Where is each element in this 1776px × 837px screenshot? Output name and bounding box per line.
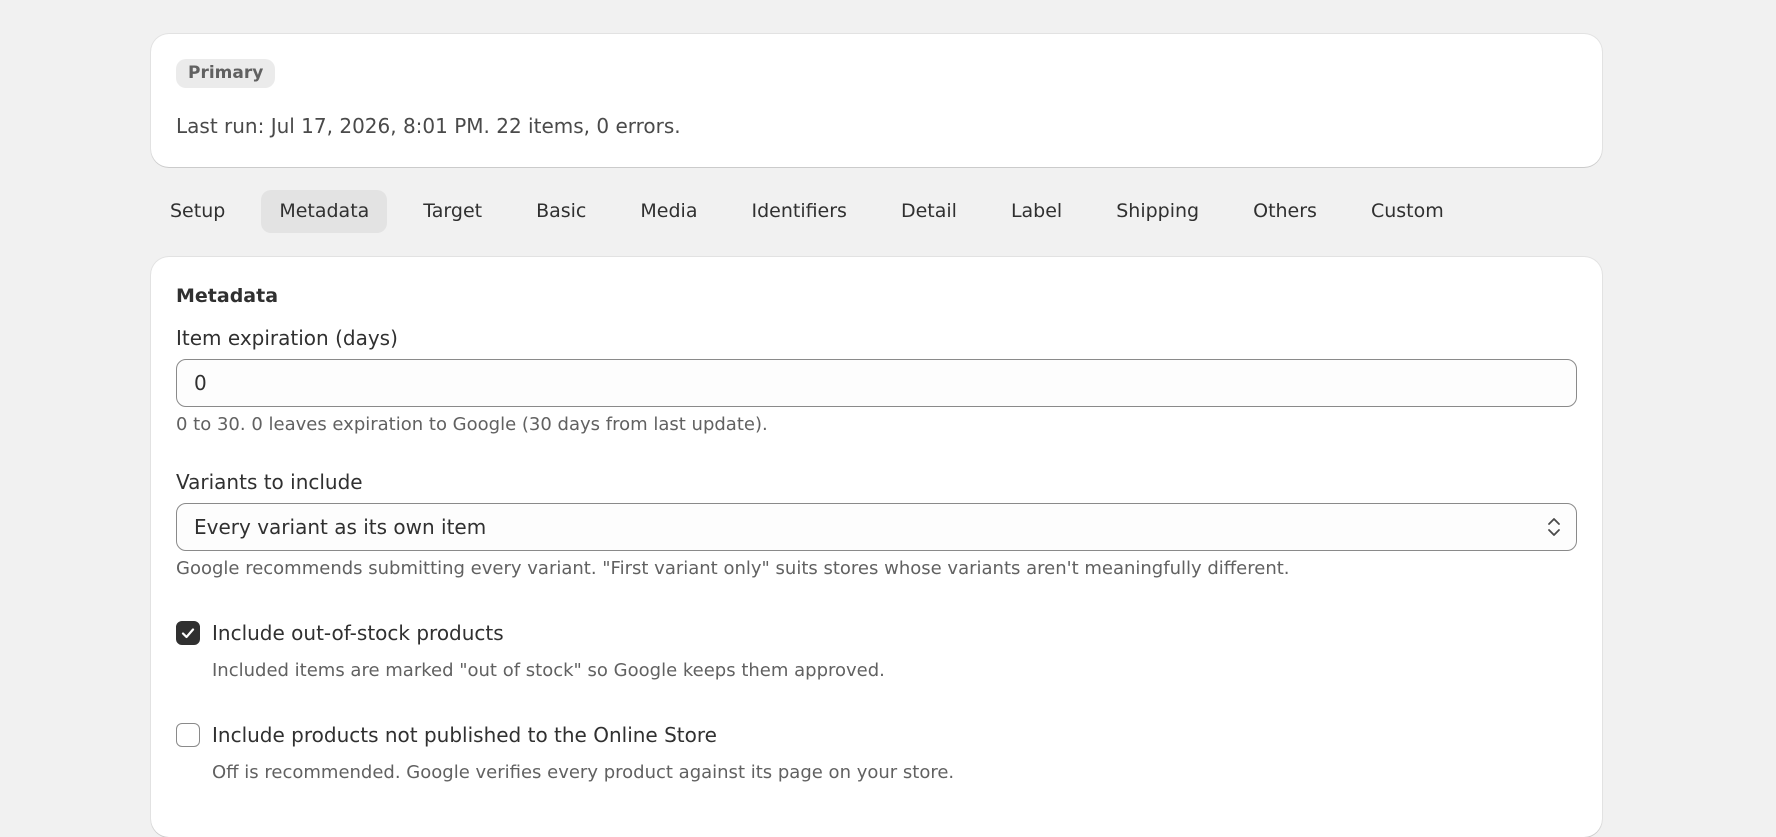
unpublished-label: Include products not published to the On…	[212, 723, 717, 747]
tab-identifiers[interactable]: Identifiers	[733, 190, 865, 233]
tab-detail[interactable]: Detail	[883, 190, 975, 233]
tab-metadata[interactable]: Metadata	[261, 190, 388, 233]
tab-target[interactable]: Target	[405, 190, 500, 233]
unpublished-option[interactable]: Include products not published to the On…	[176, 723, 717, 747]
variants-select-value: Every variant as its own item	[194, 515, 487, 539]
tab-setup[interactable]: Setup	[152, 190, 243, 233]
checkmark-icon	[181, 628, 195, 639]
out-of-stock-checkbox[interactable]	[176, 621, 200, 645]
variants-help: Google recommends submitting every varia…	[176, 558, 1290, 579]
last-run-text: Last run: Jul 17, 2026, 8:01 PM. 22 item…	[176, 114, 681, 138]
out-of-stock-label: Include out-of-stock products	[212, 621, 504, 645]
tab-bar: Setup Metadata Target Basic Media Identi…	[152, 190, 1462, 233]
metadata-card: Metadata Item expiration (days) 0 to 30.…	[151, 257, 1602, 837]
unpublished-checkbox[interactable]	[176, 723, 200, 747]
status-card: Primary Last run: Jul 17, 2026, 8:01 PM.…	[151, 34, 1602, 167]
tab-basic[interactable]: Basic	[518, 190, 604, 233]
unpublished-help: Off is recommended. Google verifies ever…	[212, 762, 955, 783]
status-badge: Primary	[176, 59, 276, 88]
chevron-up-down-icon	[1548, 518, 1560, 536]
section-title: Metadata	[176, 285, 279, 307]
variants-select[interactable]: Every variant as its own item	[176, 503, 1577, 551]
out-of-stock-option[interactable]: Include out-of-stock products	[176, 621, 504, 645]
variants-label: Variants to include	[176, 470, 363, 494]
out-of-stock-help: Included items are marked "out of stock"…	[212, 660, 885, 681]
tab-media[interactable]: Media	[622, 190, 715, 233]
tab-label[interactable]: Label	[993, 190, 1080, 233]
tab-shipping[interactable]: Shipping	[1098, 190, 1217, 233]
tab-others[interactable]: Others	[1235, 190, 1335, 233]
tab-custom[interactable]: Custom	[1353, 190, 1462, 233]
expiration-label: Item expiration (days)	[176, 326, 398, 350]
expiration-input[interactable]	[176, 359, 1577, 407]
expiration-help: 0 to 30. 0 leaves expiration to Google (…	[176, 414, 768, 435]
